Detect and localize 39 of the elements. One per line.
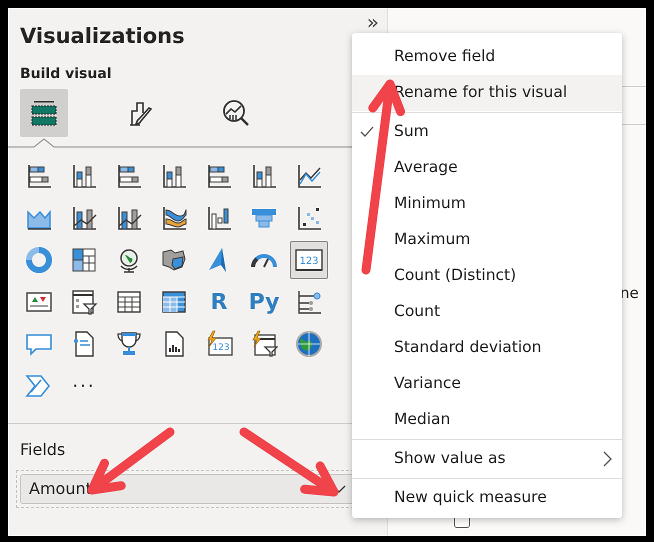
menu-item[interactable]: Standard deviation: [352, 330, 622, 366]
menu-item[interactable]: Maximum: [352, 222, 622, 258]
column-chart-icon: [160, 162, 188, 190]
checkmark-icon: [360, 126, 374, 138]
scatter-chart-icon: [295, 204, 323, 232]
combo-chart-icon: [115, 204, 143, 232]
menu-item[interactable]: Average: [352, 150, 622, 186]
menu-item[interactable]: Show value as: [352, 441, 622, 477]
bar-chart-icon: [205, 162, 233, 190]
visual-type-button[interactable]: Py: [245, 283, 283, 321]
bar-chart-icon: [25, 162, 53, 190]
section-title: Build visual: [20, 65, 113, 84]
visual-type-button[interactable]: R: [200, 283, 238, 321]
menu-item[interactable]: Variance: [352, 366, 622, 402]
menu-item[interactable]: Sum: [352, 114, 622, 150]
menu-item[interactable]: Remove field: [352, 39, 622, 75]
visual-type-button[interactable]: ···: [65, 367, 103, 405]
chevron-right-icon: [602, 451, 612, 467]
menu-item[interactable]: Count (Distinct): [352, 258, 622, 294]
chevron-arrows-icon: [25, 372, 53, 400]
bar-chart-icon: [115, 162, 143, 190]
column-chart-icon: [250, 162, 278, 190]
column-chart-icon: [70, 162, 98, 190]
slicer-icon: [70, 288, 98, 316]
menu-item[interactable]: Count: [352, 294, 622, 330]
visual-pane-tab[interactable]: [20, 89, 68, 137]
lightning-slicer-icon: [250, 330, 278, 358]
line-chart-icon: [295, 162, 323, 190]
donut-chart-icon: [25, 246, 53, 274]
menu-item[interactable]: Minimum: [352, 186, 622, 222]
waterfall-chart-icon: [205, 204, 233, 232]
globe-icon: [295, 330, 323, 358]
pane-title: Visualizations: [20, 23, 185, 50]
menu-item[interactable]: Median: [352, 402, 622, 438]
ribbon-chart-icon: [160, 204, 188, 232]
fields-label: Fields: [20, 439, 66, 461]
trophy-icon: [115, 330, 143, 358]
combo-chart-icon: [70, 204, 98, 232]
collapse-button[interactable]: »: [366, 12, 379, 32]
